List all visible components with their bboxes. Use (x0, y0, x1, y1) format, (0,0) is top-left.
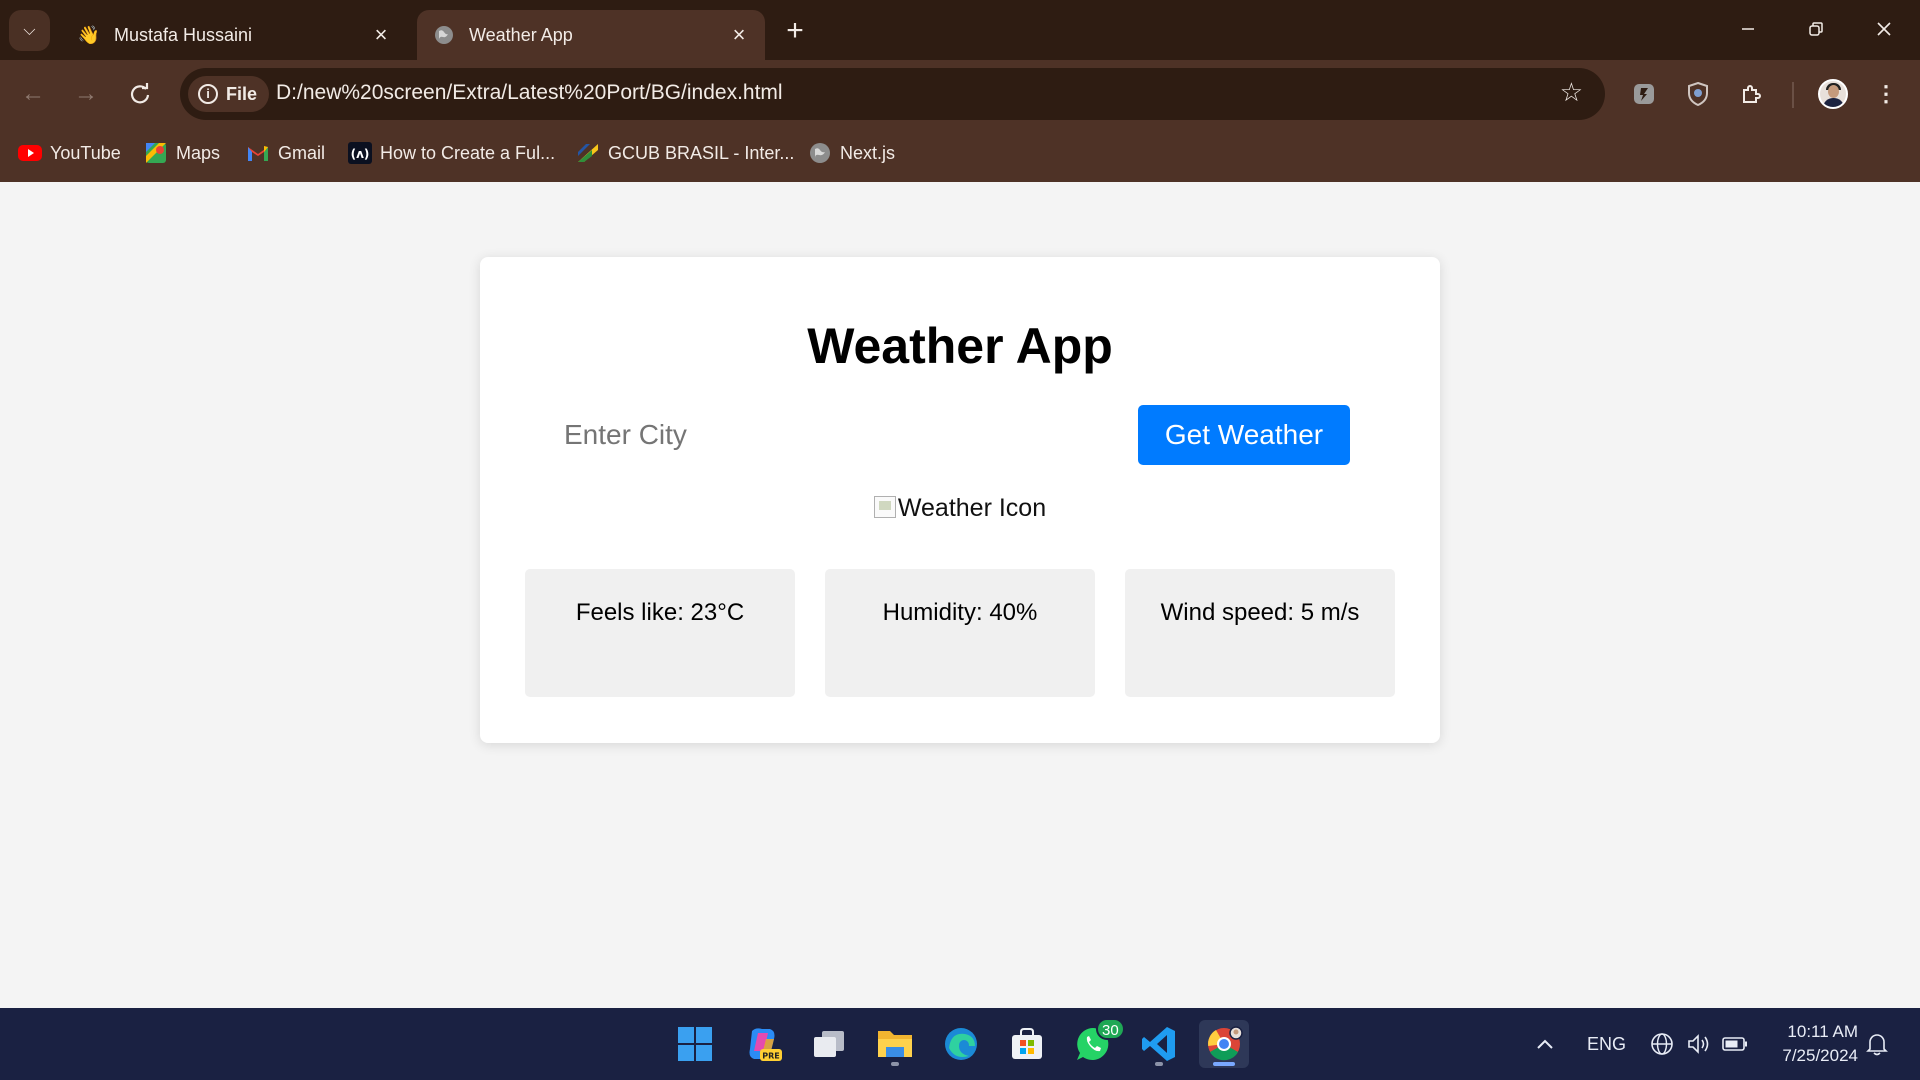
reload-button[interactable] (122, 76, 158, 112)
task-view-icon[interactable] (804, 1020, 854, 1068)
running-indicator (1213, 1062, 1235, 1066)
waving-hand-icon: 👋 (77, 24, 101, 45)
weather-card: Weather App Get Weather Weather Icon Fee… (480, 257, 1440, 743)
bookmark-label: Next.js (840, 142, 896, 163)
bookmark-label: Maps (176, 142, 221, 163)
wind-speed-card: Wind speed: 5 m/s (1125, 569, 1395, 697)
scheme-label: File (226, 83, 258, 104)
taskbar: PRE 30 ENG 10:11 AM 7/25/2024 (0, 1008, 1920, 1080)
whatsapp-badge: 30 (1096, 1018, 1125, 1040)
clock-time: 10:11 AM (1787, 1022, 1858, 1041)
minimize-icon (1742, 28, 1754, 30)
running-indicator (1155, 1062, 1163, 1066)
close-icon[interactable]: × (371, 24, 391, 46)
city-input[interactable] (560, 405, 1000, 465)
svg-text:(ʌ): (ʌ) (351, 147, 370, 161)
more-menu-icon[interactable]: ⋮ (1874, 78, 1898, 110)
forward-button[interactable]: → (68, 76, 104, 112)
reload-icon (130, 83, 150, 104)
chrome-icon[interactable] (1199, 1020, 1249, 1068)
globe-icon (433, 24, 455, 46)
chevron-up-icon (1536, 1034, 1554, 1055)
restore-button[interactable] (1796, 12, 1836, 48)
back-button[interactable]: ← (15, 76, 51, 112)
microsoft-store-icon[interactable] (1002, 1020, 1052, 1068)
network-icon[interactable] (1650, 1008, 1674, 1080)
close-window-button[interactable] (1864, 12, 1904, 48)
weather-icon-image: Weather Icon (480, 494, 1440, 523)
vscode-icon[interactable] (1134, 1020, 1184, 1068)
wind-speed-text: Wind speed: 5 m/s (1160, 599, 1360, 626)
bookmark-label: Gmail (278, 142, 326, 163)
feels-like-card: Feels like: 23°C (525, 569, 795, 697)
bookmark-label: GCUB BRASIL - Inter... (608, 142, 795, 163)
site-info-chip[interactable]: i File (188, 76, 270, 112)
gmail-icon (246, 142, 270, 164)
shield-icon[interactable] (1684, 80, 1712, 108)
new-tab-button[interactable]: + (780, 14, 810, 48)
windows-start-icon[interactable] (670, 1020, 720, 1068)
profile-avatar[interactable] (1818, 79, 1848, 109)
bookmark-maps[interactable]: Maps (144, 138, 220, 168)
youtube-icon (18, 142, 42, 164)
tab-strip: ⌵ 👋 Mustafa Hussaini × Weather App × + (0, 0, 1920, 60)
language-label: ENG (1587, 1033, 1627, 1054)
notifications-icon[interactable] (1866, 1008, 1888, 1080)
language-indicator[interactable]: ENG (1587, 1008, 1626, 1080)
volume-icon[interactable] (1686, 1008, 1712, 1080)
weather-icon-alt: Weather Icon (897, 494, 1047, 522)
maps-icon (144, 142, 168, 164)
url-text[interactable]: D:/new%20screen/Extra/Latest%20Port/BG/i… (276, 81, 783, 105)
extension-icon[interactable] (1630, 80, 1658, 108)
globe-icon (808, 142, 832, 164)
arrow-left-icon: ← (21, 80, 45, 107)
broken-image-icon (873, 496, 896, 518)
puzzle-icon[interactable] (1738, 80, 1766, 108)
edge-icon[interactable] (936, 1020, 986, 1068)
bookmark-gcub-brasil[interactable]: GCUB BRASIL - Inter... (576, 138, 794, 168)
bookmark-nextjs[interactable]: Next.js (808, 138, 895, 168)
feels-like-text: Feels like: 23°C (575, 599, 745, 626)
bookmarks-bar: YouTube Maps Gmail (ʌ) How to Create a F… (0, 128, 1920, 182)
browser-toolbar: ← → i File D:/new%20screen/Extra/Latest%… (0, 60, 1920, 128)
running-indicator (891, 1062, 899, 1066)
code-logo-icon: (ʌ) (348, 142, 372, 164)
battery-icon[interactable] (1722, 1008, 1748, 1080)
whatsapp-icon[interactable]: 30 (1068, 1018, 1125, 1068)
bookmark-label: How to Create a Ful... (380, 142, 556, 163)
chevron-down-icon: ⌵ (23, 21, 36, 39)
tab-title: Mustafa Hussaini (114, 24, 253, 45)
address-bar[interactable]: i File D:/new%20screen/Extra/Latest%20Po… (180, 68, 1605, 120)
close-icon (1877, 22, 1891, 36)
system-clock[interactable]: 10:11 AM 7/25/2024 (1768, 1020, 1858, 1068)
page-title: Weather App (807, 318, 1113, 374)
bookmark-gmail[interactable]: Gmail (246, 138, 325, 168)
tab-mustafa-hussaini[interactable]: 👋 Mustafa Hussaini × (62, 10, 407, 60)
file-explorer-icon[interactable] (870, 1020, 920, 1068)
minimize-button[interactable] (1728, 12, 1768, 48)
svg-text:PRE: PRE (762, 1052, 780, 1061)
bookmark-label: YouTube (50, 142, 121, 163)
tab-title: Weather App (469, 24, 573, 45)
humidity-text: Humidity: 40% (882, 599, 1038, 626)
show-hidden-icons-button[interactable] (1536, 1008, 1554, 1080)
gcub-icon (576, 142, 600, 164)
page-viewport: Weather App Get Weather Weather Icon Fee… (0, 182, 1920, 1008)
tab-search-button[interactable]: ⌵ (9, 10, 50, 51)
bookmark-youtube[interactable]: YouTube (18, 138, 121, 168)
arrow-right-icon: → (74, 80, 98, 107)
info-icon: i (198, 84, 218, 104)
bookmark-how-to-create[interactable]: (ʌ) How to Create a Ful... (348, 138, 555, 168)
toolbar-divider (1792, 82, 1794, 108)
get-weather-button[interactable]: Get Weather (1138, 405, 1350, 465)
bookmark-star-icon[interactable]: ☆ (1560, 77, 1583, 108)
restore-icon (1809, 22, 1823, 36)
close-icon[interactable]: × (729, 24, 749, 46)
tab-weather-app[interactable]: Weather App × (417, 10, 765, 60)
humidity-card: Humidity: 40% (825, 569, 1095, 697)
clock-date: 7/25/2024 (1782, 1046, 1858, 1065)
copilot-icon[interactable]: PRE (738, 1020, 788, 1068)
